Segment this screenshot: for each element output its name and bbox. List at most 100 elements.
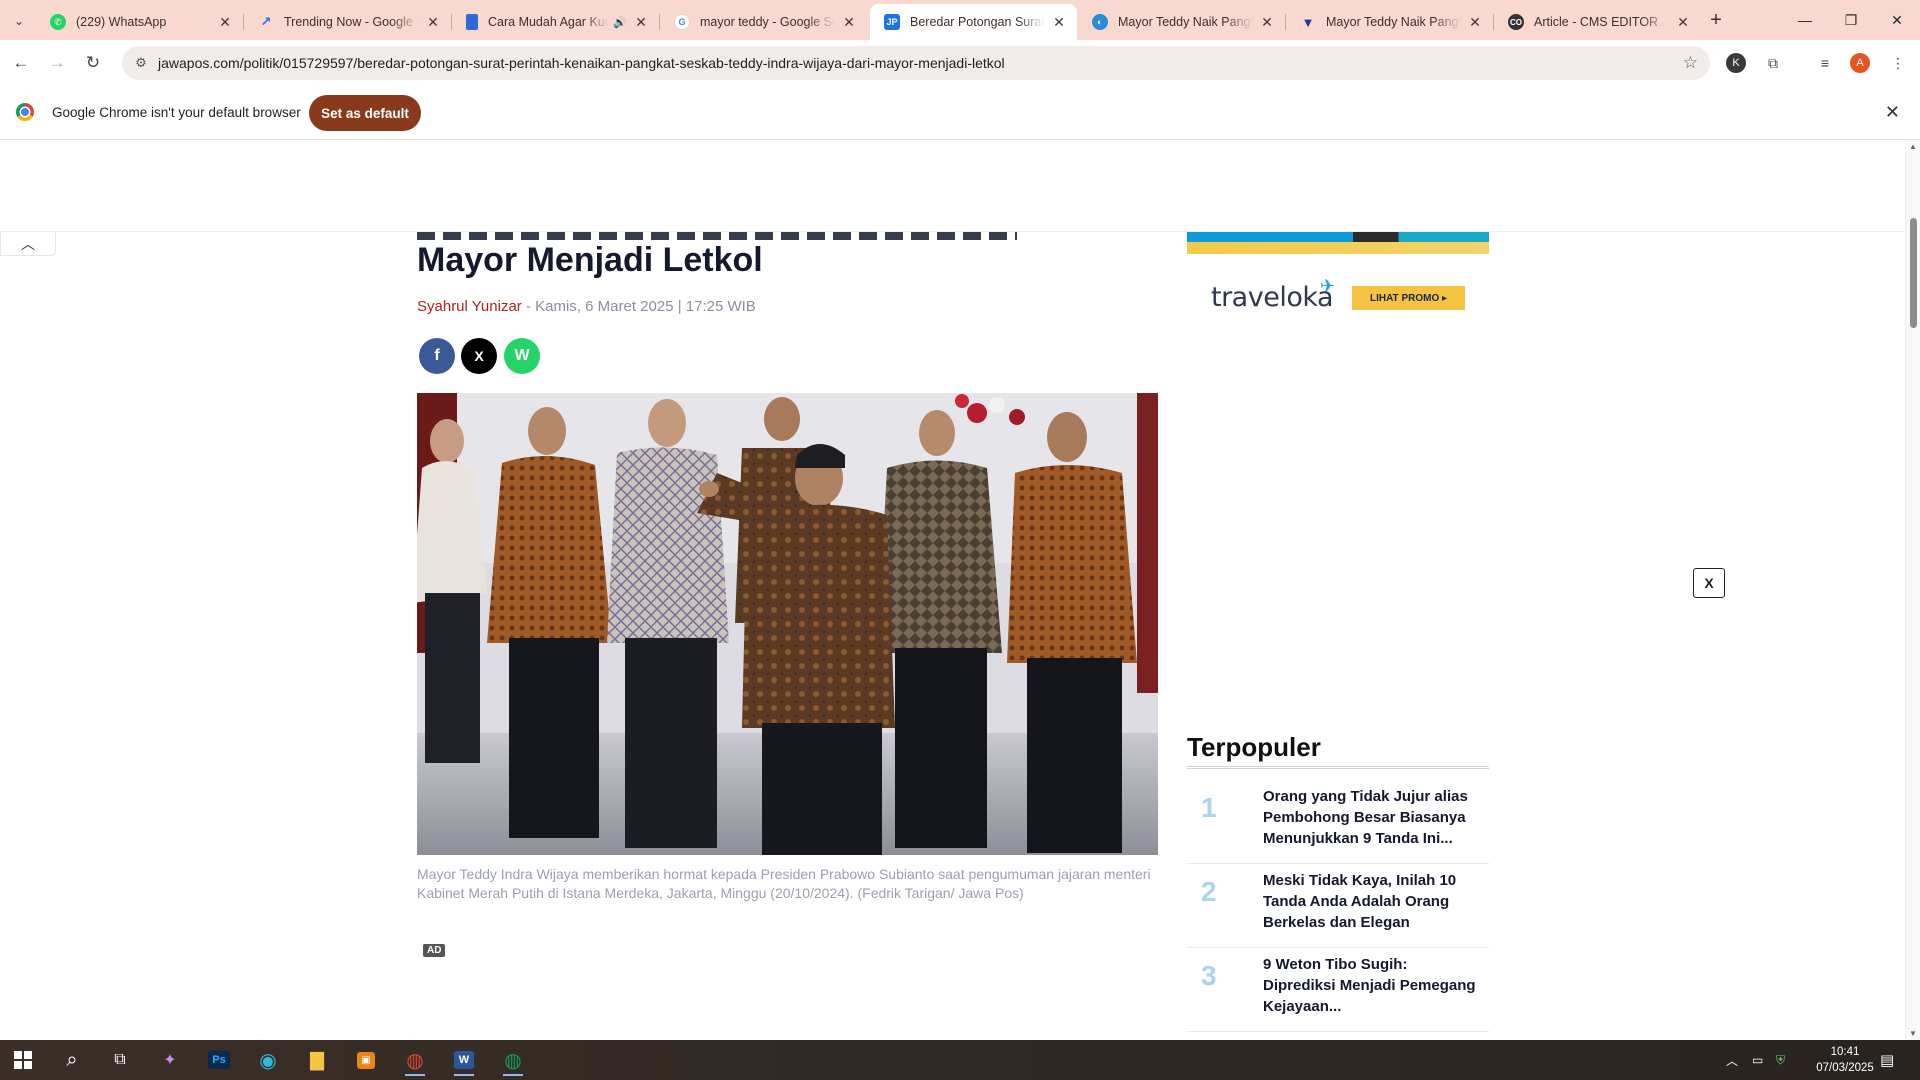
cms-icon: CO [1508,14,1524,30]
tab-strip: ⌄ ✆ (229) WhatsApp ✕ ↗ Trending Now - Go… [0,0,1920,40]
web-page: ︿ Mayor Menjadi Letkol Syahrul Yunizar -… [0,140,1905,1040]
tab-title: Mayor Teddy Naik Pangkat [1326,15,1461,29]
tab-title: Trending Now - Google Trends [284,15,419,29]
windows-logo-icon [14,1051,32,1069]
close-window-button[interactable]: ✕ [1874,0,1920,40]
close-tab-icon[interactable]: ✕ [217,14,233,30]
browser-toolbar: ← → ↻ ⚙ jawapos.com/politik/015729597/be… [0,40,1920,86]
photo-illustration [417,393,1158,855]
tab-google-search[interactable]: G mayor teddy - Google Search ✕ [660,4,867,40]
chrome-logo-icon [16,103,34,121]
close-tab-icon[interactable]: ✕ [425,14,441,30]
whatsapp-icon: ✆ [50,14,66,30]
copilot-app[interactable]: ✦ [150,1044,190,1076]
page-scrollbar[interactable]: ▲ ▼ [1905,140,1920,1040]
notification-center-button[interactable]: ▤ [1880,1040,1894,1080]
tab-title: Beredar Potongan Surat Perintah [910,15,1045,29]
close-tab-icon[interactable]: ✕ [1467,14,1483,30]
collapse-header-button[interactable]: ︿ [0,232,56,256]
extension-k-icon[interactable]: K [1726,53,1746,73]
tab-search-button[interactable]: ⌄ [8,10,30,32]
set-as-default-button[interactable]: Set as default [309,95,421,131]
tab-whatsapp[interactable]: ✆ (229) WhatsApp ✕ [36,4,244,40]
share-x-button[interactable]: X [461,338,497,374]
tab-google-trends[interactable]: ↗ Trending Now - Google Trends ✕ [244,4,452,40]
close-tab-icon[interactable]: ✕ [1259,14,1275,30]
popular-title[interactable]: 9 Weton Tibo Sugih: Diprediksi Menjadi P… [1263,954,1481,1017]
profile-avatar[interactable]: A [1850,53,1870,73]
tab-title: Mayor Teddy Naik Pangkat [1118,15,1253,29]
scroll-up-arrow-icon[interactable]: ▲ [1909,142,1917,151]
task-view-icon: ⧉ [114,1051,126,1068]
clock-time: 10:41 [1830,1046,1860,1058]
popular-divider [1187,766,1489,769]
network-tray-icon[interactable]: ▭ [1752,1040,1763,1080]
minimize-button[interactable]: — [1782,0,1828,40]
file-explorer-app[interactable]: ▇ [297,1044,337,1076]
close-tab-icon[interactable]: ✕ [633,14,649,30]
word-app[interactable]: W [444,1044,484,1076]
menu-kebab-icon[interactable]: ⋮ [1886,51,1910,75]
sidebar-ad-image[interactable] [1187,232,1489,254]
security-tray-icon[interactable]: ⛨ [1776,1040,1785,1080]
tab-mayor-teddy-2[interactable]: ▼ Mayor Teddy Naik Pangkat ✕ [1286,4,1494,40]
address-bar[interactable]: ⚙ jawapos.com/politik/015729597/beredar-… [122,46,1710,80]
pdf-app[interactable]: ▣ [346,1044,386,1076]
start-button[interactable] [3,1044,43,1076]
traveloka-logo[interactable]: traveloka [1211,282,1334,313]
infobar-close-icon[interactable]: ✕ [1885,102,1900,123]
windows-taskbar: ⌕ ⧉ ✦ Ps ◉ ▇ ▣ ◍ W ◍ ︿ ▭ ⛨ 10:41 07/03/2… [0,1040,1920,1080]
bookmark-star-icon[interactable]: ☆ [1683,53,1698,73]
popular-item[interactable]: 3 9 Weton Tibo Sugih: Diprediksi Menjadi… [1187,948,1489,1032]
share-facebook-button[interactable]: f [419,338,455,374]
ad-label: AD [423,944,446,957]
chrome-app-2[interactable]: ◍ [493,1044,533,1076]
tab-cara-mudah[interactable]: Cara Mudah Agar Kucing 🔊 ✕ [452,4,660,40]
tab-jawapos-active[interactable]: JP Beredar Potongan Surat Perintah ✕ [870,4,1077,40]
restore-button[interactable]: ❐ [1828,0,1874,40]
reload-button[interactable]: ↻ [78,48,108,78]
site-icon: ◐ [1092,14,1108,30]
popular-item[interactable]: 1 Orang yang Tidak Jujur alias Pembohong… [1187,780,1489,864]
popular-item[interactable]: 2 Meski Tidak Kaya, Inilah 10 Tanda Anda… [1187,864,1489,948]
tab-mayor-teddy-1[interactable]: ◐ Mayor Teddy Naik Pangkat ✕ [1078,4,1286,40]
extensions-puzzle-icon[interactable]: ⧉ [1761,51,1785,75]
close-tab-icon[interactable]: ✕ [1051,14,1067,30]
lihat-promo-button[interactable]: LIHAT PROMO ▸ [1352,286,1465,310]
author-link[interactable]: Syahrul Yunizar [417,298,522,315]
back-button[interactable]: ← [6,48,36,78]
scroll-down-arrow-icon[interactable]: ▼ [1909,1029,1917,1038]
popular-title[interactable]: Meski Tidak Kaya, Inilah 10 Tanda Anda A… [1263,870,1481,933]
popular-title[interactable]: Orang yang Tidak Jujur alias Pembohong B… [1263,786,1481,849]
close-tab-icon[interactable]: ✕ [841,14,857,30]
article-headline: Mayor Menjadi Letkol [417,241,763,279]
url-text[interactable]: jawapos.com/politik/015729597/beredar-po… [158,55,1005,71]
jawapos-icon: JP [884,14,900,30]
chrome-icon-2: ◍ [504,1049,522,1072]
publish-date: - Kamis, 6 Maret 2025 | 17:25 WIB [521,298,756,315]
speaker-icon[interactable]: 🔊 [613,16,627,29]
photoshop-app[interactable]: Ps [199,1044,239,1076]
edge-app[interactable]: ◉ [248,1044,288,1076]
scrollbar-thumb[interactable] [1910,218,1917,328]
tab-title: Cara Mudah Agar Kucing [488,15,610,29]
taskbar-clock[interactable]: 10:41 07/03/2025 [1810,1044,1880,1076]
site-info-icon[interactable]: ⚙ [132,54,150,72]
tab-cms-editor[interactable]: CO Article - CMS EDITOR ✕ [1494,4,1701,40]
media-control-icon[interactable]: ≡ [1813,51,1837,75]
close-ad-button[interactable]: X [1693,568,1725,598]
forward-button[interactable]: → [42,48,72,78]
tray-overflow-button[interactable]: ︿ [1726,1040,1738,1080]
edge-icon: ◉ [259,1049,277,1072]
close-tab-icon[interactable]: ✕ [1675,14,1691,30]
task-view-button[interactable]: ⧉ [100,1044,140,1076]
article-photo [417,393,1158,855]
clock-date: 07/03/2025 [1816,1062,1874,1074]
search-icon: ⌕ [66,1048,78,1071]
new-tab-button[interactable]: + [1703,8,1729,34]
share-whatsapp-button[interactable]: W [504,338,540,374]
chrome-app[interactable]: ◍ [395,1044,435,1076]
infobar-message: Google Chrome isn't your default browser [52,105,301,120]
search-taskbar-button[interactable]: ⌕ [52,1044,92,1076]
default-browser-infobar: Google Chrome isn't your default browser… [0,86,1920,140]
